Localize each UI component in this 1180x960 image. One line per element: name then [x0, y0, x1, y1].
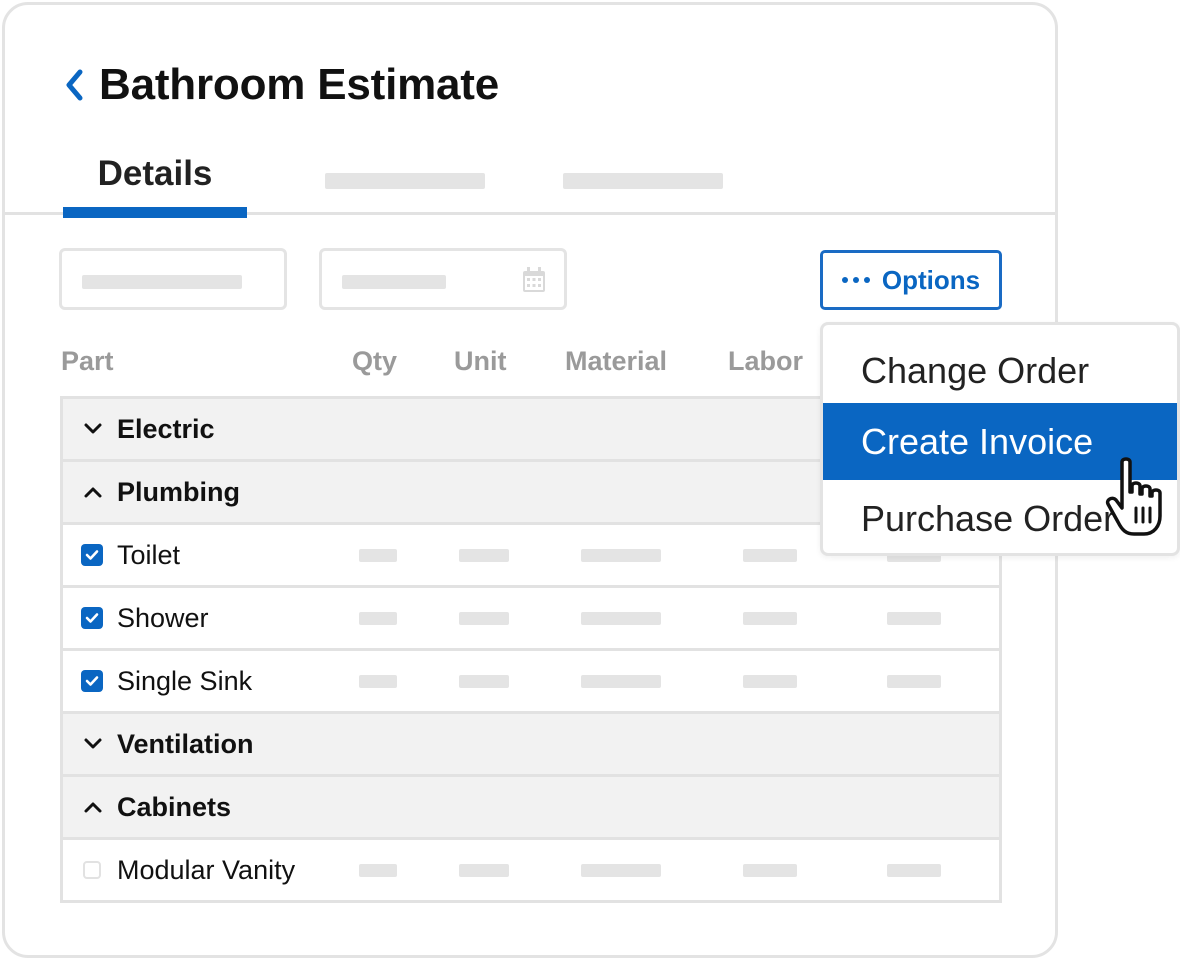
total-placeholder — [887, 675, 941, 688]
group-label: Cabinets — [117, 792, 232, 822]
total-placeholder — [887, 864, 941, 877]
labor-placeholder — [743, 549, 797, 562]
qty-placeholder — [359, 675, 397, 688]
qty-placeholder — [359, 864, 397, 877]
chevron-down-icon — [84, 738, 102, 749]
tab-bar: Details — [5, 145, 1055, 218]
page-title: Bathroom Estimate — [99, 60, 500, 109]
qty-placeholder — [359, 549, 397, 562]
group-label: Electric — [117, 414, 215, 444]
material-placeholder — [581, 612, 661, 625]
labor-placeholder — [743, 864, 797, 877]
material-placeholder — [581, 675, 661, 688]
options-button-label: Options — [881, 264, 981, 295]
calendar-icon — [523, 267, 545, 292]
hand-pointer-icon — [1105, 457, 1162, 536]
labor-placeholder — [743, 675, 797, 688]
material-placeholder — [581, 549, 661, 562]
tab-details[interactable]: Details — [63, 145, 247, 218]
menu-item-change-order[interactable]: Change Order — [823, 332, 1177, 409]
item-label: Single Sink — [117, 666, 253, 696]
options-button[interactable]: Options — [820, 250, 1002, 310]
checkbox-checked-icon[interactable] — [81, 544, 103, 566]
field-placeholder-bar — [82, 275, 242, 289]
group-label: Ventilation — [117, 729, 254, 759]
page-header: Bathroom Estimate — [63, 57, 499, 113]
more-horizontal-icon — [841, 277, 870, 283]
chevron-left-icon[interactable] — [63, 65, 93, 105]
tab-details-label: Details — [97, 154, 213, 193]
item-label: Modular Vanity — [117, 855, 296, 885]
column-header-unit: Unit — [454, 346, 507, 376]
unit-placeholder — [459, 864, 509, 877]
qty-placeholder — [359, 612, 397, 625]
column-header-qty: Qty — [352, 346, 398, 376]
item-label: Shower — [117, 603, 209, 633]
group-row-cabinets[interactable]: Cabinets — [63, 777, 999, 840]
table-row-modular-vanity: Modular Vanity — [63, 840, 999, 903]
item-label: Toilet — [117, 540, 181, 570]
chevron-up-icon — [84, 802, 102, 813]
active-tab-indicator — [63, 207, 247, 218]
table-row-shower: Shower — [63, 588, 999, 651]
field-placeholder-bar — [342, 275, 446, 289]
chevron-up-icon — [84, 487, 102, 498]
unit-placeholder — [459, 675, 509, 688]
unit-placeholder — [459, 549, 509, 562]
total-placeholder — [887, 612, 941, 625]
group-row-ventilation[interactable]: Ventilation — [63, 714, 999, 777]
column-header-labor: Labor — [728, 346, 804, 376]
checkbox-unchecked-icon[interactable] — [83, 861, 101, 879]
date-field[interactable] — [319, 248, 567, 310]
chevron-down-icon — [84, 423, 102, 434]
material-placeholder — [581, 864, 661, 877]
unit-placeholder — [459, 612, 509, 625]
group-label: Plumbing — [117, 477, 240, 507]
checkbox-checked-icon[interactable] — [81, 670, 103, 692]
table-row-single-sink: Single Sink — [63, 651, 999, 714]
search-field[interactable] — [59, 248, 287, 310]
column-header-part: Part — [61, 346, 114, 376]
labor-placeholder — [743, 612, 797, 625]
checkbox-checked-icon[interactable] — [81, 607, 103, 629]
tab-placeholder-2[interactable] — [325, 173, 485, 189]
tab-placeholder-3[interactable] — [563, 173, 723, 189]
column-header-material: Material — [565, 346, 668, 376]
